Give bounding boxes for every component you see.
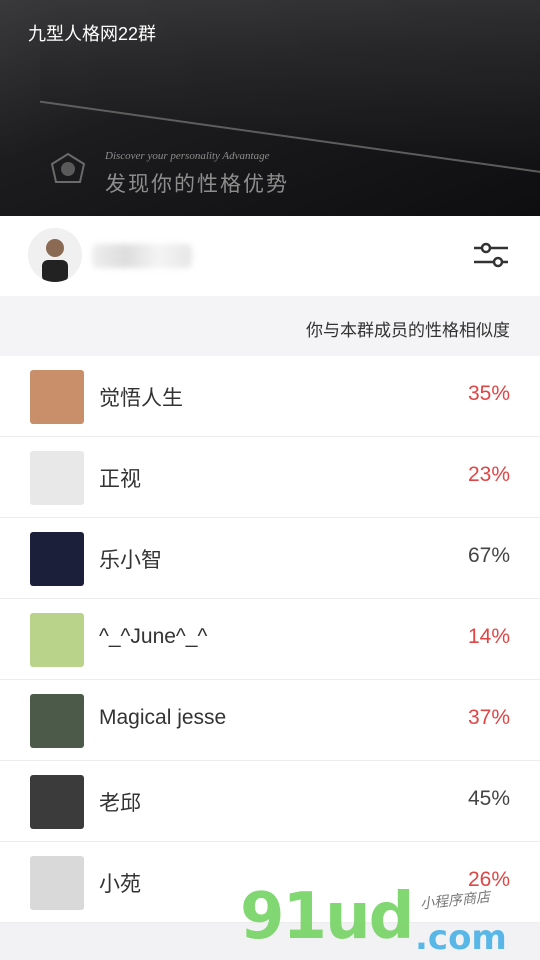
similarity-subheading: 你与本群成员的性格相似度 <box>0 296 540 356</box>
member-avatar[interactable] <box>30 775 84 829</box>
member-avatar[interactable] <box>30 451 84 505</box>
member-name: 老邱 <box>99 792 141 815</box>
tagline-en: Discover your personality Advantage <box>105 150 270 162</box>
filter-sliders-icon[interactable] <box>472 242 510 268</box>
member-name: 正视 <box>99 468 141 491</box>
header-banner: 九型人格网22群 Discover your personality Advan… <box>0 0 540 216</box>
watermark-logo: 91ud <box>240 880 414 954</box>
similarity-percent: 37% <box>467 706 510 729</box>
user-avatar[interactable] <box>28 228 82 282</box>
tagline-cn: 发现你的性格优势 <box>105 172 289 196</box>
member-avatar[interactable] <box>30 694 84 748</box>
member-name: ^_^June^_^ <box>99 625 208 648</box>
member-row[interactable]: 觉悟人生 35% <box>0 356 540 437</box>
similarity-percent: 67% <box>467 544 510 567</box>
member-row[interactable]: Magical jesse 37% <box>0 680 540 761</box>
similarity-percent: 23% <box>467 463 510 486</box>
member-row[interactable]: 正视 23% <box>0 437 540 518</box>
member-row[interactable]: ^_^June^_^ 14% <box>0 599 540 680</box>
similarity-percent: 45% <box>467 787 510 810</box>
member-list: 觉悟人生 35% 正视 23% 乐小智 67% ^_^June^_^ 14% Magical j… <box>0 356 540 923</box>
member-row[interactable]: 乐小智 67% <box>0 518 540 599</box>
member-avatar[interactable] <box>30 370 84 424</box>
member-row[interactable]: 老邱 45% <box>0 761 540 842</box>
member-name: 乐小智 <box>99 549 162 572</box>
member-name: Magical jesse <box>99 706 227 729</box>
member-name: 觉悟人生 <box>99 387 183 410</box>
member-avatar[interactable] <box>30 613 84 667</box>
member-avatar[interactable] <box>30 532 84 586</box>
group-title: 九型人格网22群 <box>28 24 157 44</box>
similarity-percent: 35% <box>467 382 510 405</box>
enneagram-logo-icon <box>50 152 86 183</box>
current-user-bar <box>0 216 540 296</box>
user-name-obscured <box>92 244 192 268</box>
member-name: 小苑 <box>99 873 141 896</box>
similarity-percent: 14% <box>467 625 510 648</box>
member-avatar[interactable] <box>30 856 84 910</box>
similarity-label: 你与本群成员的性格相似度 <box>306 321 510 340</box>
watermark-domain: .com <box>415 918 507 958</box>
